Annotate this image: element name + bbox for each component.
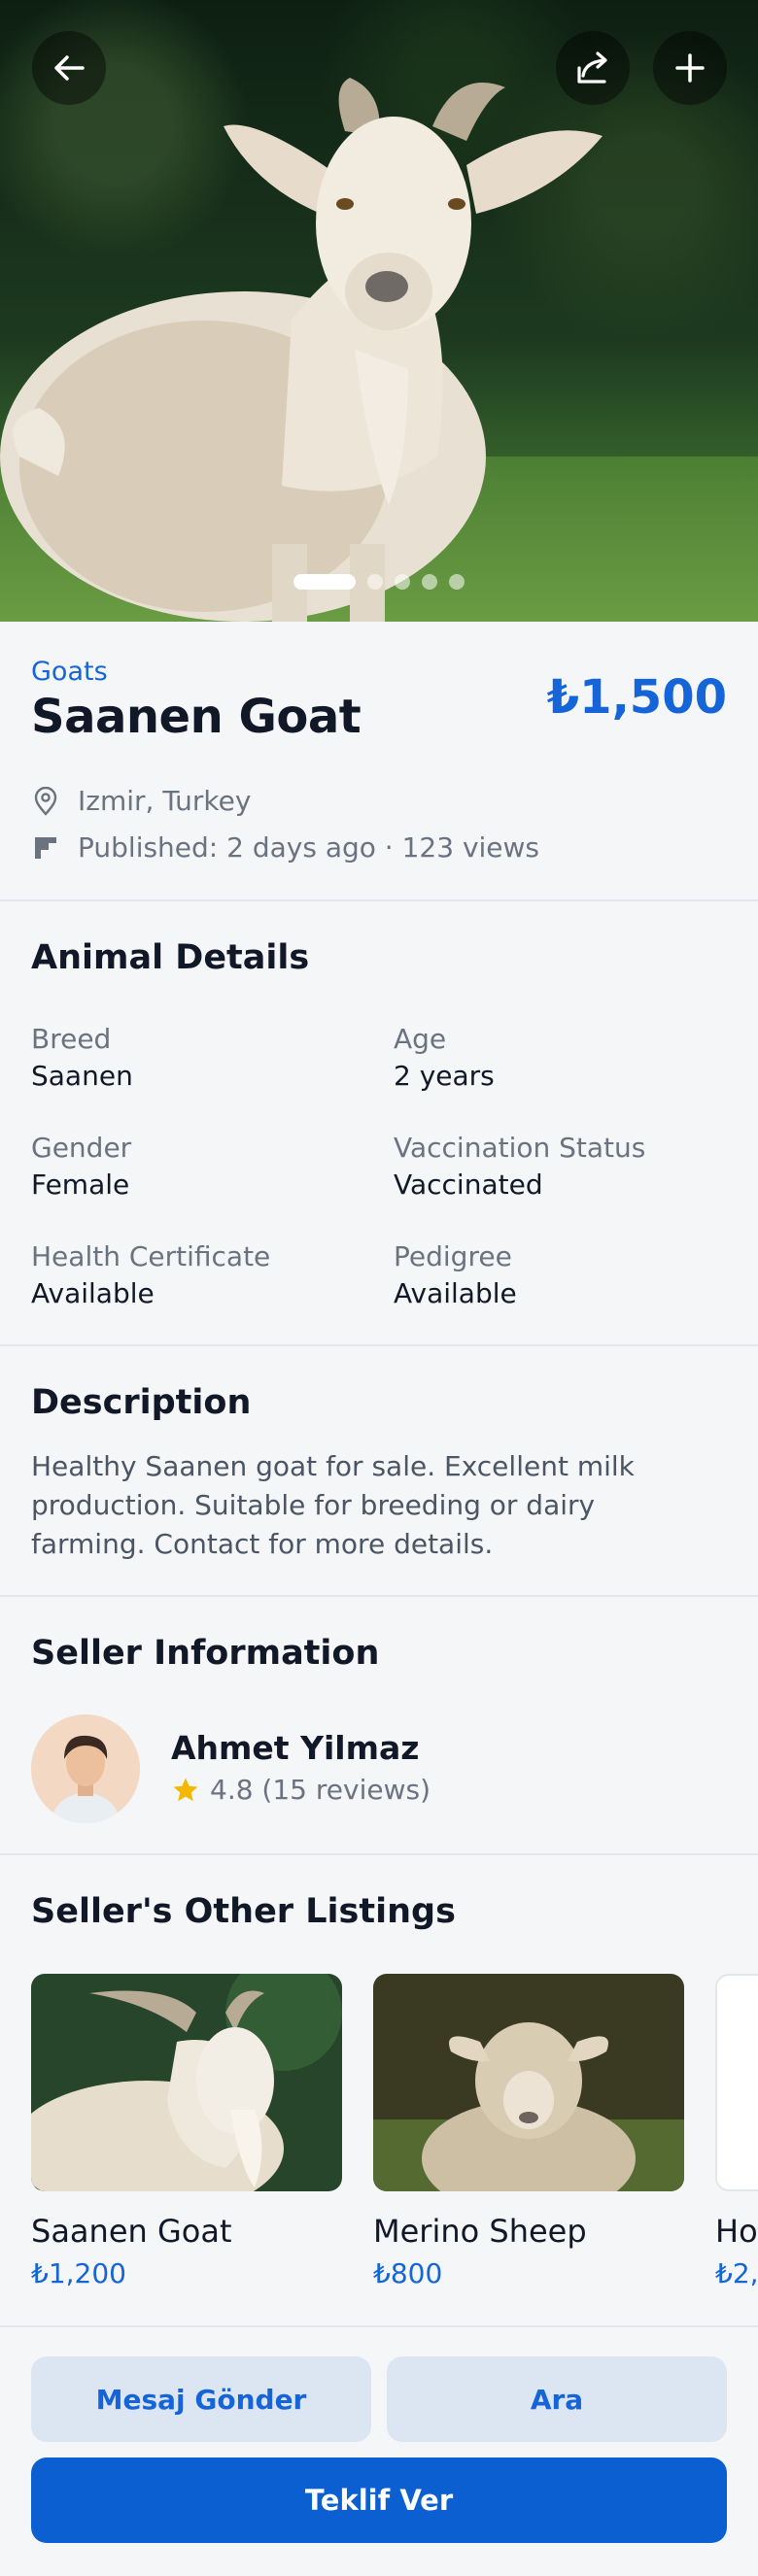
divider [0,1853,758,1855]
make-offer-button[interactable]: Teklif Ver [31,2457,727,2543]
detail-label: Gender [31,1132,132,1164]
divider [0,899,758,901]
animal-details-heading: Animal Details [31,938,310,977]
description-heading: Description [31,1383,252,1422]
calendar-icon [31,833,60,863]
detail-pedigree: Pedigree Available [394,1239,517,1313]
listing-card[interactable]: Ho ₺2, [715,1974,758,2289]
carousel-dot[interactable] [422,574,437,590]
carousel-dot-active[interactable] [293,574,356,590]
detail-value: 2 years [394,1060,495,1092]
divider [0,1595,758,1597]
published-row: Published: 2 days ago · 123 views [31,831,539,864]
listing-name: Merino Sheep [373,2213,587,2250]
add-button[interactable] [653,31,727,105]
rating-text: 4.8 (15 reviews) [210,1774,431,1806]
arrow-left-icon [54,55,85,81]
detail-value: Available [394,1277,517,1309]
carousel-dot[interactable] [367,574,383,590]
listing-price: ₺2, [715,2257,758,2289]
seller-heading: Seller Information [31,1634,380,1673]
location-pin-icon [31,786,60,816]
detail-label: Age [394,1023,447,1055]
detail-label: Health Certificate [31,1240,271,1272]
call-button[interactable]: Ara [387,2356,727,2442]
detail-label: Breed [31,1023,112,1055]
detail-breed: Breed Saanen [31,1022,133,1096]
detail-health-certificate: Health Certificate Available [31,1239,270,1313]
listing-card[interactable]: Saanen Goat ₺1,200 [31,1974,342,2289]
seller-name[interactable]: Ahmet Yilmaz [171,1729,419,1767]
send-message-button[interactable]: Mesaj Gönder [31,2356,371,2442]
seller-avatar[interactable] [31,1714,140,1823]
listing-card[interactable]: Merino Sheep ₺800 [373,1974,684,2289]
carousel-indicator[interactable] [0,573,758,591]
listing-detail-page: Goats Saanen Goat ₺1,500 Izmir, Turkey P… [0,0,758,2576]
star-icon [173,1778,198,1801]
location-text: Izmir, Turkey [78,785,252,817]
location-row: Izmir, Turkey [31,785,251,817]
detail-label: Vaccination Status [394,1132,646,1164]
listing-price: ₺1,200 [31,2257,126,2289]
other-listings-heading: Seller's Other Listings [31,1892,456,1931]
detail-value: Vaccinated [394,1169,543,1201]
category-link[interactable]: Goats [31,657,108,687]
detail-value: Saanen [31,1060,133,1092]
carousel-dot[interactable] [449,574,465,590]
back-button[interactable] [32,31,106,105]
listing-image [31,1974,342,2191]
listing-name: Saanen Goat [31,2213,232,2250]
listing-image [373,1974,684,2191]
share-icon [577,51,607,84]
description-text: Healthy Saanen goat for sale. Excellent … [31,1450,635,1560]
detail-value: Available [31,1277,155,1309]
detail-gender: Gender Female [31,1131,131,1204]
listing-price: ₺800 [373,2257,443,2289]
listing-title: Saanen Goat [31,690,362,744]
share-button[interactable] [556,31,630,105]
detail-label: Pedigree [394,1240,512,1272]
hero-image[interactable] [0,0,758,622]
divider [0,1344,758,1346]
detail-age: Age 2 years [394,1022,495,1096]
published-text: Published: 2 days ago · 123 views [78,831,540,864]
detail-value: Female [31,1169,130,1201]
carousel-dot[interactable] [395,574,410,590]
listing-price: ₺1,500 [546,670,727,725]
plus-icon [675,53,705,83]
goat-illustration [0,78,603,622]
detail-vaccination: Vaccination Status Vaccinated [394,1131,645,1204]
seller-rating: 4.8 (15 reviews) [171,1774,431,1806]
listing-image [715,1974,758,2191]
listing-name: Ho [715,2213,758,2250]
